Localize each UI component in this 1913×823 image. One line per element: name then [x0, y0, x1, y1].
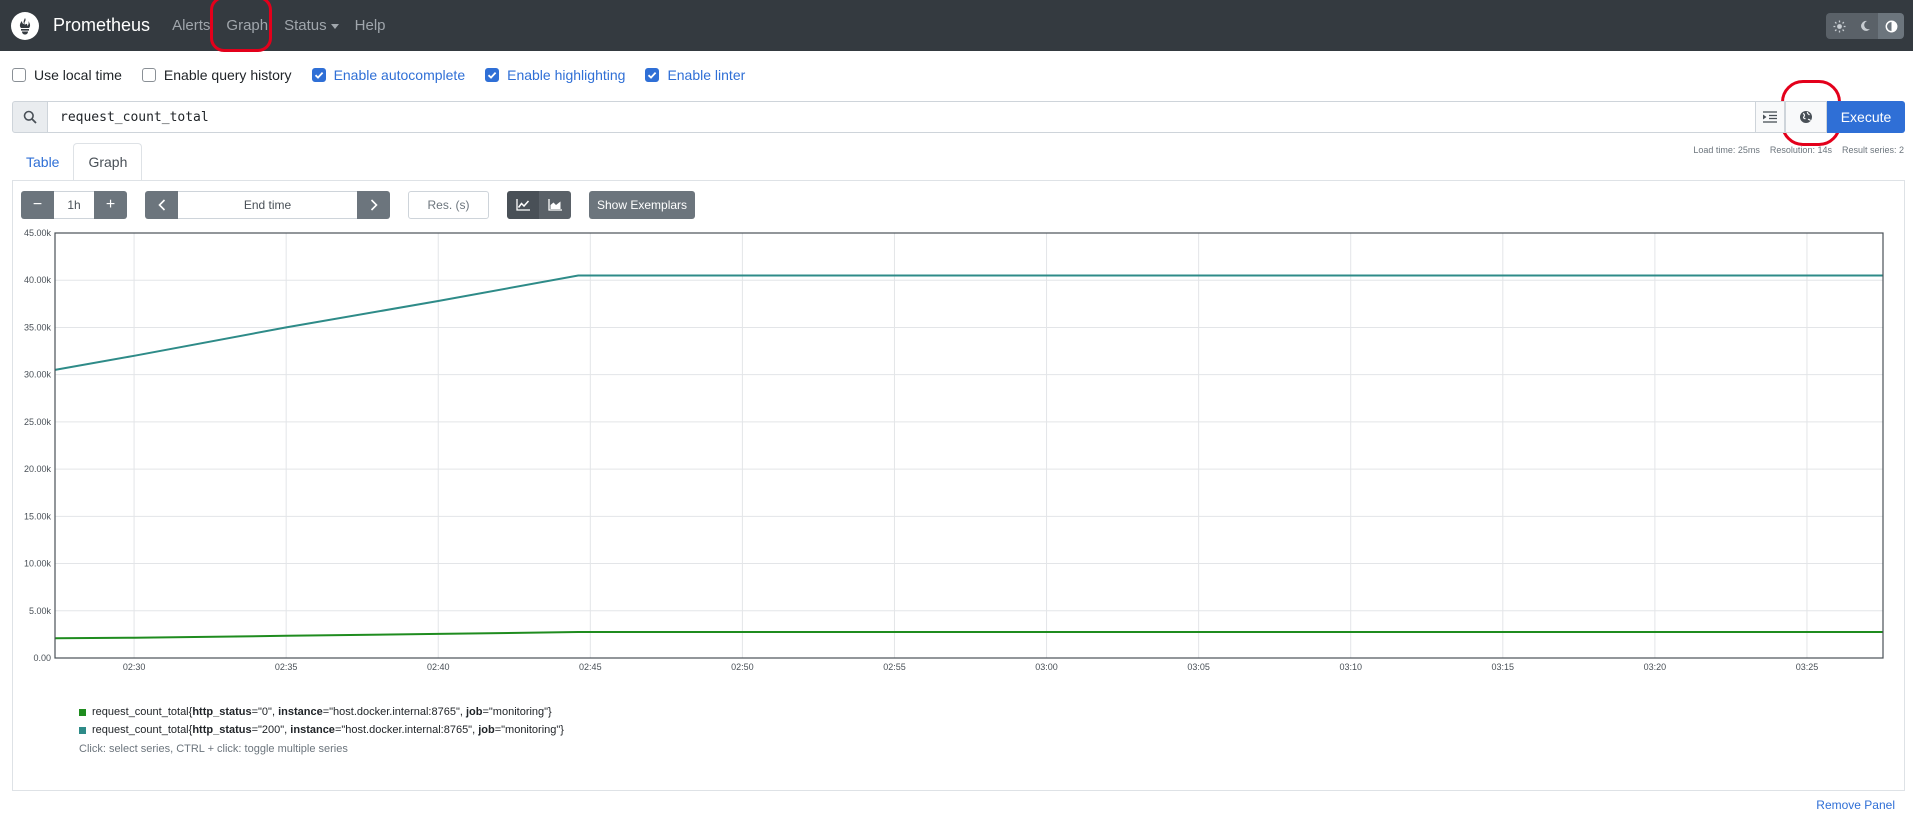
y-tick-label: 15.00k	[24, 511, 52, 521]
legend-item[interactable]: request_count_total{http_status="0", ins…	[79, 703, 564, 721]
x-tick-label: 03:15	[1492, 662, 1515, 672]
y-tick-label: 0.00	[33, 653, 51, 663]
x-tick-label: 02:30	[123, 662, 146, 672]
legend: request_count_total{http_status="0", ins…	[79, 703, 564, 755]
series-line-0[interactable]	[54, 631, 1883, 640]
remove-panel-link[interactable]: Remove Panel	[1816, 798, 1895, 812]
legend-item[interactable]: request_count_total{http_status="200", i…	[79, 721, 564, 739]
x-tick-label: 02:40	[427, 662, 450, 672]
y-tick-label: 10.00k	[24, 559, 52, 569]
line-chart[interactable]: 0.00 5.00k 10.00k 15.00k 20.00k 25.00k 30.00k 3…	[0, 0, 1913, 823]
plot-frame	[54, 232, 1884, 659]
y-tick-label: 40.00k	[24, 275, 52, 285]
x-tick-label: 02:50	[731, 662, 754, 672]
x-tick-label: 03:05	[1187, 662, 1210, 672]
y-tick-label: 25.00k	[24, 417, 52, 427]
x-tick-label: 02:35	[275, 662, 298, 672]
legend-label: request_count_total{http_status="0", ins…	[92, 706, 552, 718]
series-line-1[interactable]	[54, 274, 1883, 371]
y-tick-label: 35.00k	[24, 322, 52, 332]
legend-swatch	[79, 726, 86, 734]
x-tick-label: 03:10	[1339, 662, 1362, 672]
legend-swatch	[79, 708, 86, 716]
y-tick-label: 20.00k	[24, 464, 52, 474]
legend-hint: Click: select series, CTRL + click: togg…	[79, 743, 348, 755]
x-tick-label: 03:20	[1644, 662, 1667, 672]
x-tick-label: 02:55	[883, 662, 906, 672]
x-tick-label: 02:45	[579, 662, 602, 672]
legend-label: request_count_total{http_status="200", i…	[92, 724, 564, 736]
y-tick-label: 45.00k	[24, 228, 52, 238]
y-tick-label: 5.00k	[29, 606, 52, 616]
x-tick-label: 03:25	[1796, 662, 1819, 672]
x-tick-label: 03:00	[1035, 662, 1058, 672]
y-tick-label: 30.00k	[24, 370, 52, 380]
